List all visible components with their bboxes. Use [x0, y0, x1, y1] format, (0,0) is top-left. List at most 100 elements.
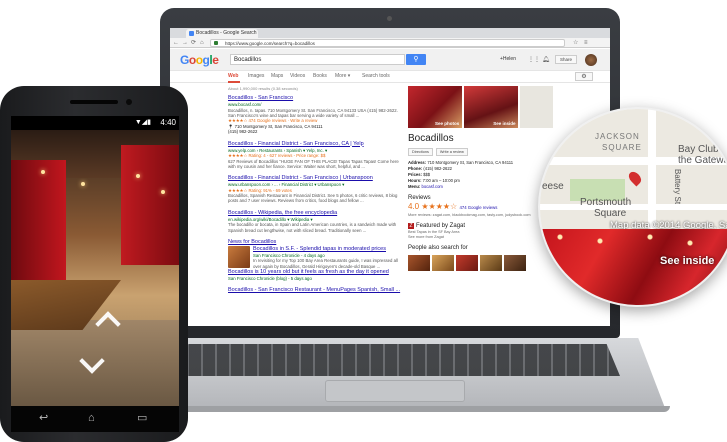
review-count-link[interactable]: 474 Google reviews: [459, 205, 497, 210]
result-title-link[interactable]: Bocadillos - Financial District - San Fr…: [228, 141, 403, 148]
kp-photo-inside[interactable]: See inside: [464, 86, 519, 128]
search-input[interactable]: Bocadillos: [230, 54, 405, 65]
result-item: Bocadillos - Financial District - San Fr…: [228, 141, 403, 170]
menu-icon[interactable]: ≡: [584, 39, 588, 47]
browser-tab[interactable]: Bocadillos - Google Search: [186, 29, 258, 38]
news-header-link[interactable]: News for Bocadillos: [228, 239, 403, 246]
kp-more-reviews: More reviews: zagat.com, blackbookmag.co…: [408, 213, 531, 217]
laptop-keyboard: [175, 344, 620, 376]
search-button[interactable]: ⚲: [406, 54, 426, 65]
share-button[interactable]: Share: [555, 55, 577, 64]
see-inside-label[interactable]: See inside: [660, 255, 714, 267]
webcam: [387, 16, 392, 21]
street-view-interior[interactable]: [11, 130, 179, 406]
sv-light: [81, 182, 85, 186]
kp-photo[interactable]: See photos: [408, 86, 463, 128]
map-road: [540, 204, 727, 210]
result-item: Bocadillos - Financial District - San Fr…: [228, 175, 403, 204]
search-icon: ⚲: [413, 56, 419, 63]
forward-icon[interactable]: →: [182, 39, 188, 47]
star-icon[interactable]: ☆: [573, 39, 578, 47]
news-thumbnail[interactable]: [228, 245, 250, 268]
tab-web[interactable]: Web: [228, 73, 238, 79]
tab-books[interactable]: Books: [313, 73, 327, 79]
related-place-thumbnail[interactable]: [456, 255, 478, 271]
gear-icon: ⚙: [581, 74, 587, 80]
sv-light: [161, 190, 165, 194]
reload-icon[interactable]: ⟳: [191, 39, 196, 47]
write-review-button[interactable]: Write a review: [435, 148, 468, 156]
phone-screen: ▼◢▮ 4:40: [11, 116, 179, 406]
result-title-link[interactable]: Bocadillos - Wikipedia, the free encyclo…: [228, 210, 403, 217]
result-snippet: The bocadillo or bocata, in Spain and La…: [228, 222, 397, 233]
see-photos-label: See photos: [434, 121, 460, 126]
news-more-link[interactable]: Bocadillos is 10 years old but it feels …: [228, 269, 403, 276]
related-place-thumbnail[interactable]: [408, 255, 430, 271]
address-bar[interactable]: https://www.google.com/search?q=bocadill…: [210, 39, 565, 47]
browser-tab-bar: Bocadillos - Google Search: [170, 28, 610, 38]
url-text: https://www.google.com/search?q=bocadill…: [225, 41, 315, 46]
result-title-link[interactable]: Bocadillos - Financial District - San Fr…: [228, 175, 403, 182]
status-bar: ▼◢▮ 4:40: [11, 116, 179, 130]
phone-speaker: [70, 100, 118, 104]
map-label: the Gatewa: [678, 155, 727, 166]
kp-zagat-header: Z Featured by Zagat: [408, 223, 466, 229]
apps-grid-icon[interactable]: ⋮⋮: [528, 56, 540, 63]
news-title-link[interactable]: Bocadillos in S.F. - Splendid tapas in m…: [253, 246, 403, 253]
home-nav-icon[interactable]: ⌂: [88, 411, 95, 425]
map-road: [648, 109, 656, 229]
recents-nav-icon[interactable]: ▭: [137, 411, 147, 425]
sv-light: [136, 174, 140, 178]
related-places: [408, 255, 553, 271]
lock-icon: [214, 41, 218, 45]
kp-reviews-header: Reviews: [408, 195, 431, 201]
related-place-thumbnail[interactable]: [432, 255, 454, 271]
user-name-link[interactable]: +Helen: [500, 56, 516, 62]
related-place-thumbnail[interactable]: [504, 255, 526, 271]
news-more-source: San Francisco Chronicle (blog) - 5 days …: [228, 275, 312, 281]
result-title-link[interactable]: Bocadillos - San Francisco Restaurant - …: [228, 287, 403, 294]
news-snippet: In revisiting for my Top 100 Bay Area Re…: [253, 258, 398, 269]
menu-link[interactable]: bocasf.com: [422, 184, 443, 189]
kp-people-also-search: People also search for: [408, 245, 468, 251]
tab-search-tools[interactable]: Search tools: [362, 73, 390, 79]
settings-button[interactable]: ⚙: [575, 72, 593, 81]
result-snippet: Bocadillos, n. tapas. 710 Montgomery St.…: [228, 107, 398, 118]
sv-light: [41, 170, 45, 174]
phone-device: ▼◢▮ 4:40 ↩ ⌂ ▭: [0, 86, 188, 442]
news-section: News for Bocadillos Bocadillos in S.F. -…: [228, 239, 403, 282]
result-item: Bocadillos - Wikipedia, the free encyclo…: [228, 210, 403, 233]
search-tabs: Web Images Maps Videos Books More ▾ Sear…: [170, 71, 610, 83]
kp-photo-strip: See photos See inside: [408, 86, 553, 128]
back-nav-icon[interactable]: ↩: [39, 411, 48, 425]
related-place-thumbnail[interactable]: [480, 255, 502, 271]
laptop-front-edge: [125, 406, 670, 412]
tab-images[interactable]: Images: [248, 73, 264, 79]
home-icon[interactable]: ⌂: [200, 39, 204, 47]
laptop-trackpad: [325, 380, 465, 402]
see-inside-label: See inside: [493, 121, 516, 126]
result-title-link[interactable]: Bocadillos - San Francisco: [228, 95, 403, 102]
sv-red-wall: [121, 145, 179, 265]
kp-menu: Menu: bocasf.com: [408, 184, 443, 189]
zagat-more-link[interactable]: See more from Zagat: [408, 235, 553, 240]
google-logo[interactable]: Google: [180, 53, 219, 67]
back-icon[interactable]: ←: [173, 39, 179, 47]
map-pin-icon[interactable]: [626, 169, 644, 187]
tab-title: Bocadillos - Google Search: [196, 30, 257, 36]
notifications-bell-icon[interactable]: 🔔︎: [542, 56, 550, 63]
tab-maps[interactable]: Maps: [271, 73, 283, 79]
avatar[interactable]: [585, 54, 597, 66]
result-stats: About 1,990,000 results (0.38 seconds): [228, 86, 298, 91]
directions-button[interactable]: Directions: [408, 148, 433, 156]
map-label: SQUARE: [602, 143, 642, 152]
result-phone: (415) 982-2622: [228, 129, 258, 135]
result-snippet: Bocadillos, Spanish Restaurant in Financ…: [228, 193, 398, 204]
google-header: Google Bocadillos ⚲ +Helen ⋮⋮ 🔔︎ Share: [170, 49, 610, 71]
tab-videos[interactable]: Videos: [290, 73, 305, 79]
tab-more[interactable]: More ▾: [335, 73, 350, 79]
kp-rating: 4.0 ★★★★☆ 474 Google reviews: [408, 202, 498, 211]
phone-camera: [126, 99, 132, 105]
map-label: Portsmouth: [580, 197, 632, 208]
zoomed-map[interactable]: JACKSON SQUARE Bay Club a the Gatewa Bat…: [540, 109, 727, 229]
